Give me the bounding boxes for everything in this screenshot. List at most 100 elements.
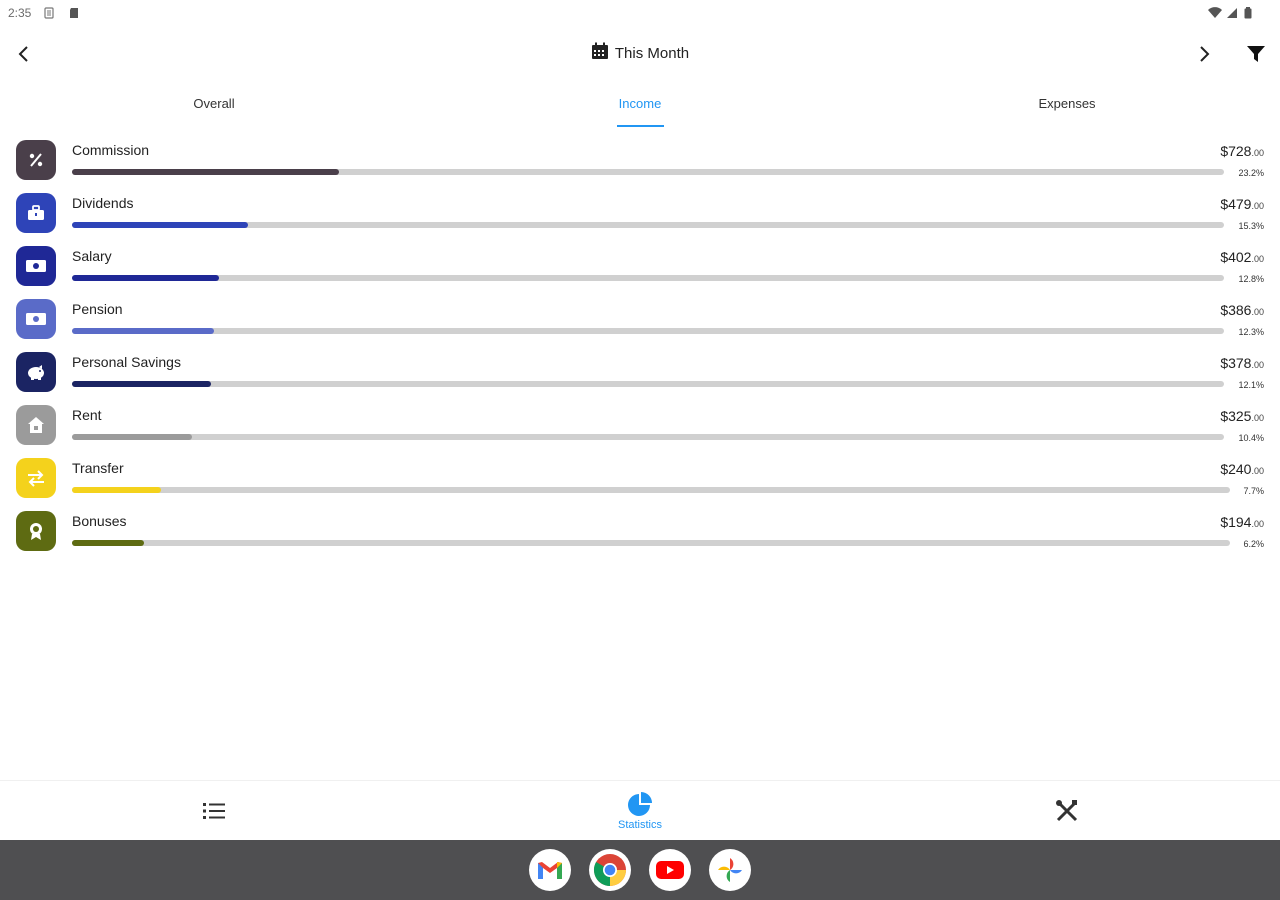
category-icon [16,511,56,551]
nav-tools[interactable] [1007,781,1127,841]
period-label: This Month [614,44,690,62]
amount-value: $402 [1220,249,1252,265]
chrome-icon [593,854,626,887]
chrome-app[interactable] [589,849,631,891]
category-name: Personal Savings [72,354,181,370]
filter-button[interactable] [1242,40,1270,68]
amount-cents: .00 [1251,413,1264,423]
youtube-icon [656,861,684,879]
category-percent: 6.2% [1243,539,1264,549]
category-row-commission[interactable]: Commission $728.00 23.2% [0,136,1280,189]
status-time: 2:35 [8,6,32,20]
chevron-right-icon [1200,46,1210,62]
pie-chart-icon [628,792,652,816]
gmail-icon [538,862,562,879]
progress-track [72,222,1224,228]
progress-track [72,328,1224,334]
category-icon [16,405,56,445]
category-row-personal-savings[interactable]: Personal Savings $378.00 12.1% [0,348,1280,401]
nav-statistics-label: Statistics [617,819,662,831]
progress-fill [72,169,339,175]
youtube-app[interactable] [649,849,691,891]
house-icon [28,417,44,433]
amount-cents: .00 [1251,360,1264,370]
photos-icon [718,858,742,882]
piggy-bank-icon [28,365,44,380]
status-bar: 2:35 [0,0,1280,26]
category-amount: $194.00 [1220,514,1264,530]
progress-fill [72,487,161,493]
category-name: Dividends [72,195,134,211]
progress-track [72,169,1224,175]
transfer-icon [28,470,44,487]
tab-expenses[interactable]: Expenses [967,84,1167,130]
period-button[interactable]: This Month [591,42,689,64]
category-icon [16,246,56,286]
category-name: Salary [72,248,112,264]
category-amount: $479.00 [1220,196,1264,212]
category-row-salary[interactable]: Salary $402.00 12.8% [0,242,1280,295]
filter-icon [1247,46,1265,62]
category-row-pension[interactable]: Pension $386.00 12.3% [0,295,1280,348]
next-period-button[interactable] [1190,40,1218,68]
category-row-rent[interactable]: Rent $325.00 10.4% [0,401,1280,454]
category-percent: 23.2% [1238,168,1264,178]
briefcase-icon [28,205,44,220]
progress-fill [72,328,214,334]
amount-cents: .00 [1251,148,1264,158]
bottom-navigation: Statistics [0,780,1280,840]
progress-fill [72,381,211,387]
tab-bar: Overall Income Expenses [0,84,1280,130]
progress-track [72,275,1224,281]
category-amount: $378.00 [1220,355,1264,371]
category-name: Transfer [72,460,124,476]
category-name: Bonuses [72,513,127,529]
amount-cents: .00 [1251,254,1264,264]
category-amount: $386.00 [1220,302,1264,318]
app-dock [0,840,1280,900]
amount-value: $325 [1220,408,1252,424]
category-percent: 12.3% [1238,327,1264,337]
category-row-transfer[interactable]: Transfer $240.00 7.7% [0,454,1280,507]
battery-icon [1244,6,1252,24]
amount-cents: .00 [1251,307,1264,317]
category-percent: 10.4% [1238,433,1264,443]
progress-track [72,434,1224,440]
progress-track [72,487,1230,493]
money-icon [26,313,46,325]
tools-icon [1056,800,1078,822]
wifi-icon [1208,6,1222,24]
progress-fill [72,434,192,440]
category-amount: $728.00 [1220,143,1264,159]
list-icon [203,803,225,819]
photos-app[interactable] [709,849,751,891]
tab-overall[interactable]: Overall [114,84,314,130]
category-percent: 12.1% [1238,380,1264,390]
amount-value: $479 [1220,196,1252,212]
sd-card-icon [68,6,80,24]
money-icon [26,260,46,272]
tab-income[interactable]: Income [540,84,740,130]
amount-cents: .00 [1251,201,1264,211]
category-percent: 15.3% [1238,221,1264,231]
category-percent: 12.8% [1238,274,1264,284]
amount-value: $194 [1220,514,1252,530]
category-amount: $240.00 [1220,461,1264,477]
category-icon [16,458,56,498]
nav-statistics[interactable]: Statistics [580,781,700,841]
progress-track [72,540,1230,546]
amount-value: $378 [1220,355,1252,371]
nav-transactions[interactable] [154,781,274,841]
progress-fill [72,222,248,228]
category-name: Commission [72,142,150,158]
category-row-bonuses[interactable]: Bonuses $194.00 6.2% [0,507,1280,560]
category-row-dividends[interactable]: Dividends $479.00 15.3% [0,189,1280,242]
category-icon [16,140,56,180]
amount-cents: .00 [1251,466,1264,476]
category-icon [16,193,56,233]
gmail-app[interactable] [529,849,571,891]
category-amount: $325.00 [1220,408,1264,424]
progress-fill [72,540,144,546]
award-icon [30,523,42,540]
calendar-icon [591,42,609,64]
